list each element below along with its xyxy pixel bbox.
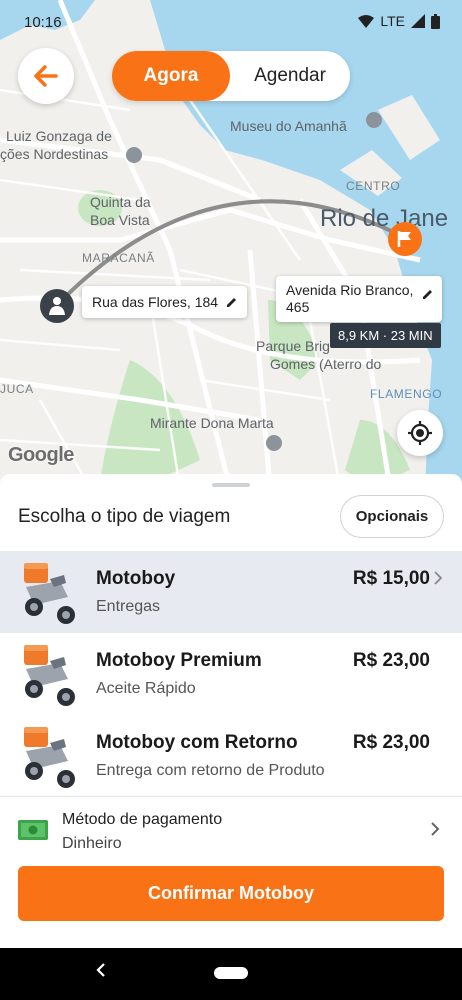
museum-poi-icon — [366, 112, 382, 128]
mode-schedule-button[interactable]: Agendar — [230, 51, 350, 101]
destination-address: Avenida Rio Branco, 465 — [286, 282, 414, 315]
battery-icon — [431, 13, 440, 29]
status-time: 10:16 — [24, 14, 62, 31]
status-bar: 10:16 LTE — [0, 0, 462, 44]
ride-price: R$ 15,00 — [352, 568, 430, 589]
pencil-icon — [227, 297, 237, 307]
map-label-luiz-1: Luiz Gonzaga de — [6, 128, 112, 144]
ride-name: Motoboy — [96, 568, 176, 589]
my-location-button[interactable] — [397, 410, 443, 456]
payment-method-title: Método de pagamento — [62, 811, 223, 828]
ride-price: R$ 23,00 — [352, 732, 430, 753]
destination-address-callout[interactable]: Avenida Rio Branco, 465 — [276, 276, 442, 322]
map-label-parque-1: Parque Brig — [256, 338, 330, 354]
origin-address: Rua das Flores, 184 — [92, 294, 219, 310]
sheet-title: Escolha o tipo de viagem — [18, 506, 231, 527]
nav-home-pill[interactable] — [214, 967, 248, 979]
wifi-icon — [358, 15, 375, 28]
map-label-quinta-2: Boa Vista — [90, 212, 150, 228]
options-button[interactable]: Opcionais — [340, 495, 444, 538]
ride-mode-toggle: Agora Agendar — [112, 51, 350, 101]
motorbike-delivery-icon — [24, 563, 75, 624]
ride-description: Entrega com retorno de Produto — [96, 762, 325, 779]
chevron-right-icon — [431, 822, 440, 836]
person-icon — [49, 297, 65, 315]
map-view[interactable]: Museu do Amanhã Luiz Gonzaga de ções Nor… — [0, 0, 462, 488]
origin-marker[interactable] — [40, 289, 74, 323]
ride-price: R$ 23,00 — [352, 650, 430, 671]
status-indicators: LTE — [358, 13, 440, 29]
crosshair-icon — [408, 421, 432, 445]
destination-marker[interactable] — [388, 222, 422, 256]
system-navigation-bar — [0, 948, 462, 1000]
cash-icon — [18, 820, 48, 840]
motorbike-delivery-icon — [24, 645, 75, 706]
ride-name: Motoboy com Retorno — [96, 732, 298, 753]
origin-address-callout[interactable]: Rua das Flores, 184 — [82, 286, 248, 318]
ride-option-motoboy-com-retorno[interactable]: Motoboy com Retorno Entrega com retorno … — [0, 715, 462, 797]
map-label-quinta-1: Quinta da — [90, 194, 151, 210]
ride-option-motoboy-premium[interactable]: Motoboy Premium Aceite Rápido R$ 23,00 — [0, 633, 462, 715]
payment-method-value: Dinheiro — [62, 835, 122, 852]
pencil-icon — [423, 290, 432, 299]
chevron-right-icon — [434, 571, 442, 585]
route-info-badge: 8,9 KM · 23 MIN — [330, 323, 441, 348]
ride-name: Motoboy Premium — [96, 650, 262, 671]
map-label-parque-2: Gomes (Aterro do — [270, 356, 382, 372]
map-label-juca: JUCA — [0, 382, 34, 396]
map-label-mirante: Mirante Dona Marta — [150, 415, 274, 431]
map-label-museu: Museu do Amanhã — [230, 118, 347, 134]
map-label-centro: CENTRO — [346, 179, 401, 193]
confirm-ride-button[interactable]: Confirmar Motoboy — [18, 866, 444, 921]
ride-option-motoboy[interactable]: Motoboy Entregas R$ 15,00 — [0, 551, 462, 633]
ride-selection-sheet: Escolha o tipo de viagem Opcionais Motob… — [0, 474, 462, 948]
back-button[interactable] — [18, 48, 74, 104]
google-attribution: Google — [8, 444, 74, 466]
motorbike-delivery-icon — [24, 727, 75, 788]
payment-method-row[interactable]: Método de pagamento Dinheiro — [0, 797, 462, 863]
flag-icon — [397, 231, 411, 247]
map-label-luiz-2: ções Nordestinas — [0, 146, 109, 162]
map-label-maracana: MARACANÃ — [82, 251, 155, 265]
camera-poi-icon — [266, 435, 282, 451]
poi-icon — [126, 147, 142, 163]
map-label-flamengo: FLAMENGO — [370, 387, 443, 401]
ride-description: Aceite Rápido — [96, 680, 196, 697]
map-label-rio: Rio de Jane — [320, 205, 449, 232]
arrow-left-icon — [34, 65, 58, 87]
ride-description: Entregas — [96, 598, 161, 615]
mode-now-button[interactable]: Agora — [112, 51, 230, 101]
nav-back-icon[interactable] — [96, 962, 106, 978]
network-label: LTE — [380, 13, 405, 29]
sheet-drag-handle[interactable] — [212, 483, 250, 487]
signal-icon — [411, 14, 425, 28]
